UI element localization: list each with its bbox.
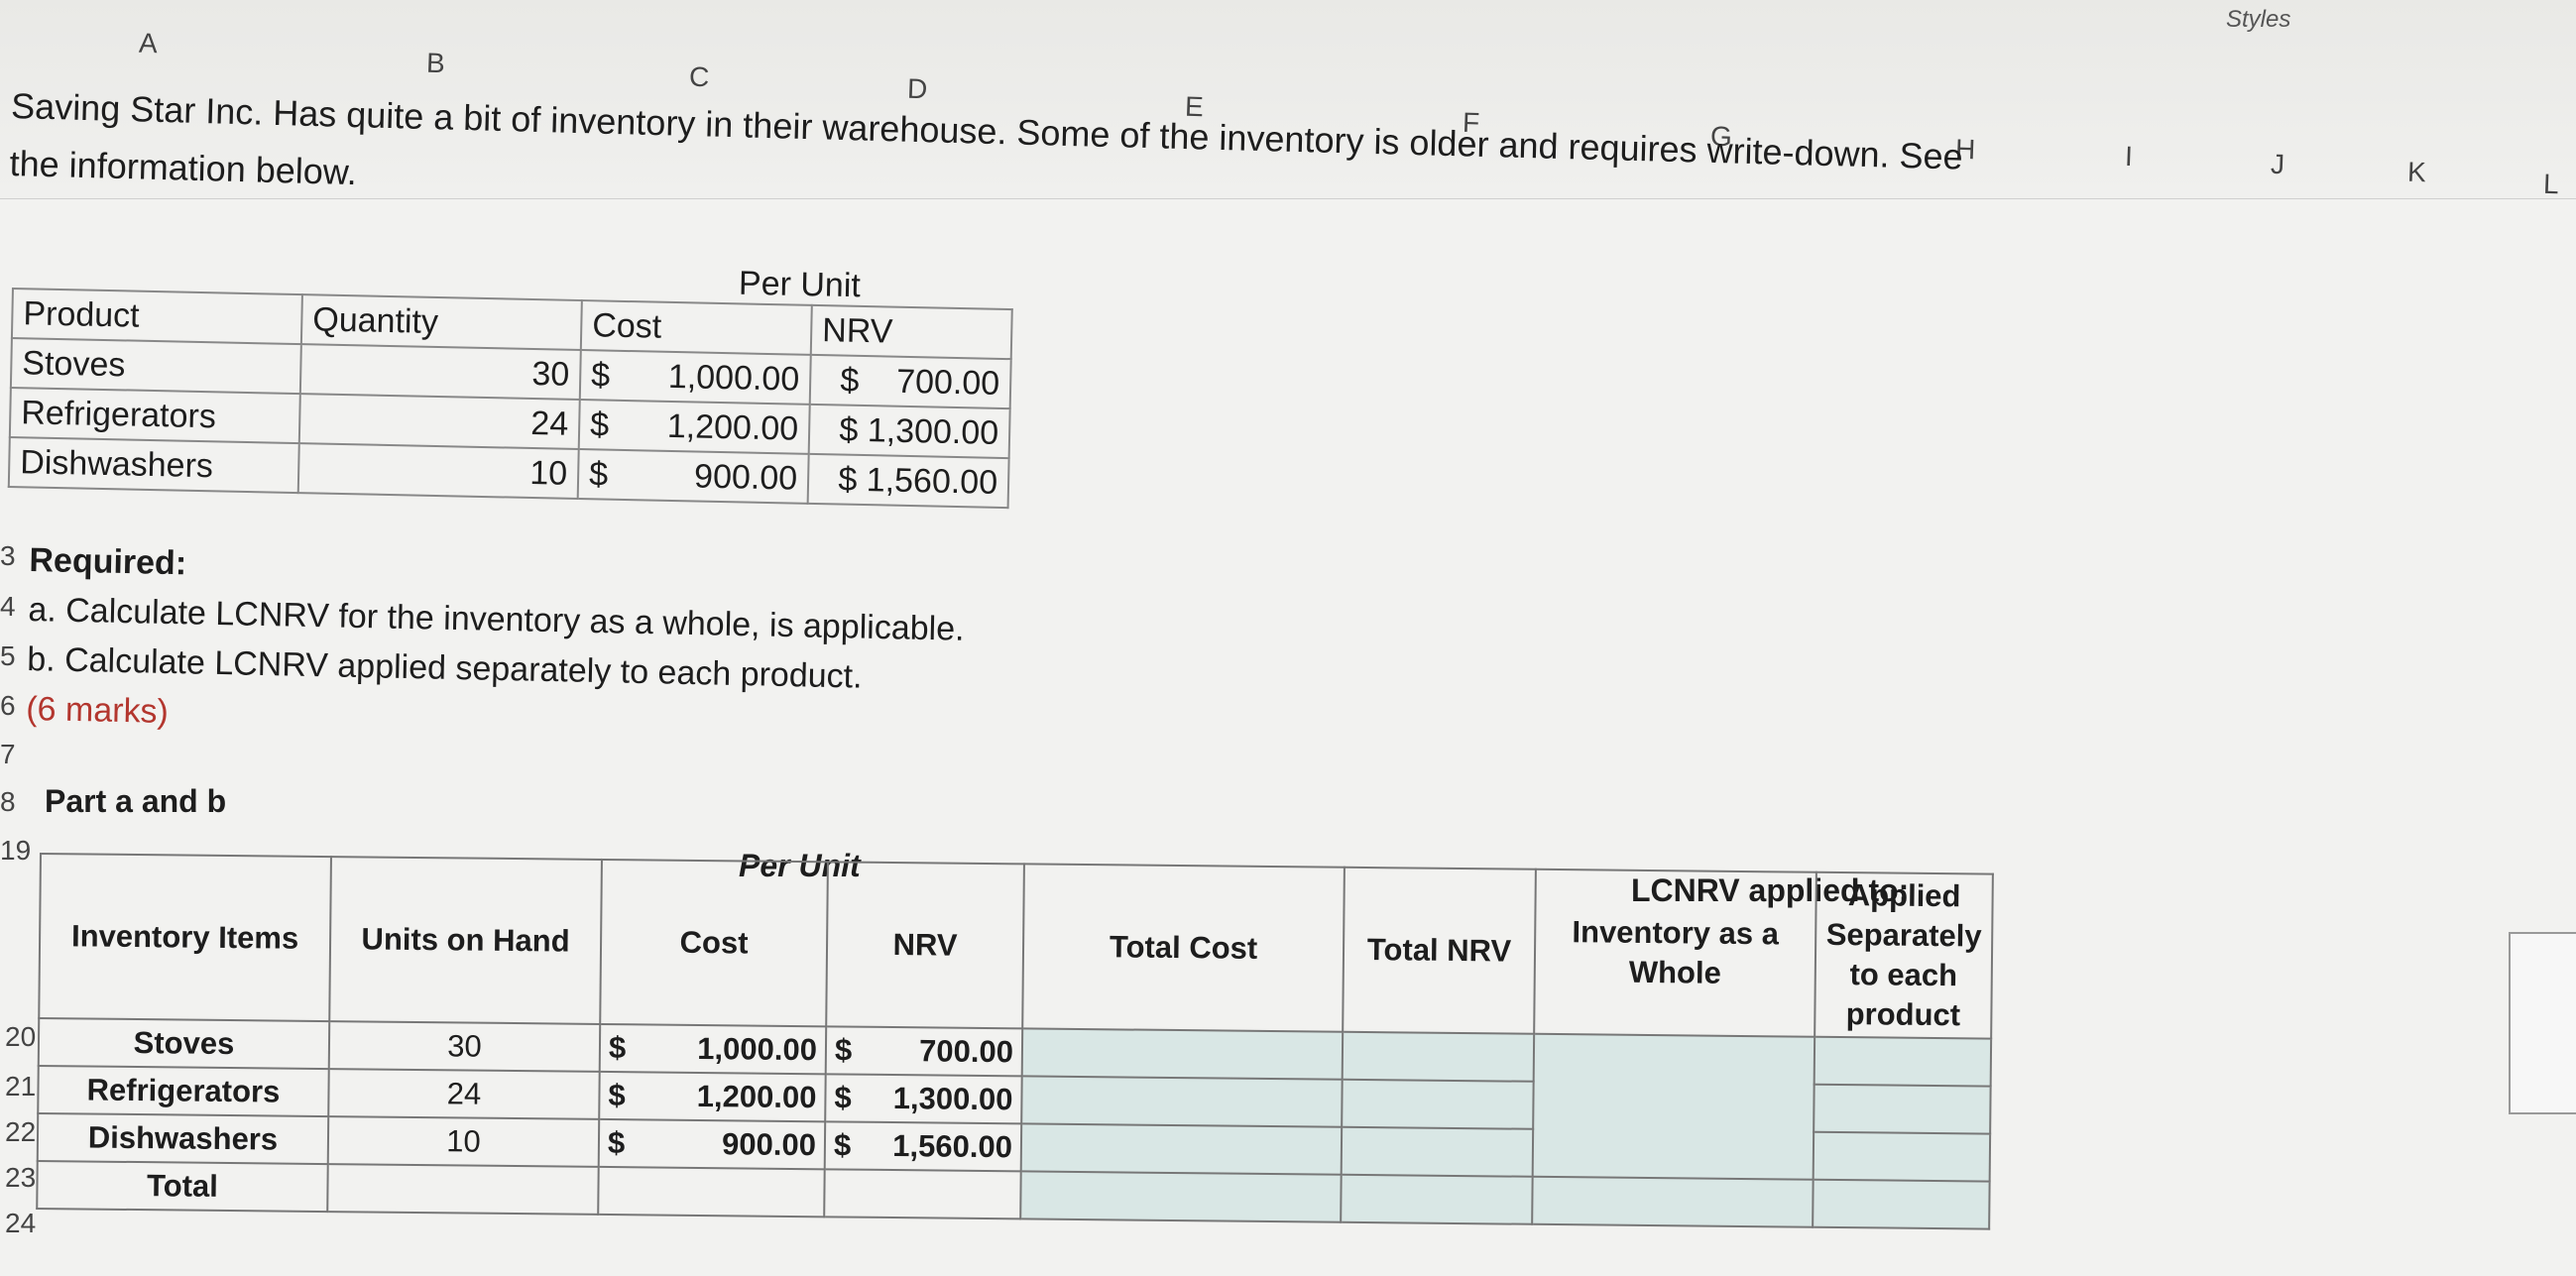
cell-cost[interactable]: $1,000.00 bbox=[579, 350, 811, 405]
column-header-c[interactable]: C bbox=[688, 61, 709, 94]
column-header-k[interactable]: K bbox=[2406, 157, 2426, 189]
cell-total-cost-input[interactable] bbox=[1021, 1028, 1344, 1080]
cell-units[interactable]: 30 bbox=[328, 1021, 601, 1072]
cell-total-nrv-sum-input[interactable] bbox=[1341, 1174, 1533, 1224]
cell-inventory-whole-header[interactable]: Inventory as a Whole bbox=[1534, 869, 1816, 1037]
cell-inventory-whole-total-input[interactable] bbox=[1532, 1176, 1814, 1227]
cell-total-cost-sum-input[interactable] bbox=[1020, 1171, 1342, 1222]
cell-applied-separately-input[interactable] bbox=[1814, 1036, 1992, 1087]
row-number[interactable]: 23 bbox=[5, 1162, 36, 1194]
cell-quantity[interactable]: 10 bbox=[297, 443, 579, 499]
cell-total-cost-header[interactable]: Total Cost bbox=[1022, 864, 1345, 1032]
cell-nrv[interactable]: $ 1,560.00 bbox=[807, 453, 1009, 509]
cell-nrv[interactable]: $700.00 bbox=[825, 1026, 1023, 1077]
cell-total-label[interactable]: Total bbox=[37, 1160, 328, 1213]
cell-total-cost-unit[interactable] bbox=[598, 1166, 825, 1218]
cell-units[interactable]: 24 bbox=[328, 1069, 600, 1119]
cell-applied-separately-header[interactable]: Applied Separately to each product bbox=[1815, 871, 1993, 1039]
per-unit-label: Per Unit bbox=[738, 264, 862, 305]
cell-nrv[interactable]: $1,300.00 bbox=[825, 1074, 1022, 1124]
part-label: Part a and b bbox=[45, 783, 227, 819]
cell-quantity[interactable]: 24 bbox=[298, 394, 580, 450]
row-number[interactable]: 7 bbox=[0, 739, 16, 770]
row-number[interactable]: 19 bbox=[0, 835, 31, 867]
row-number[interactable]: 5 bbox=[0, 640, 16, 672]
cell-applied-separately-total-input[interactable] bbox=[1813, 1179, 1990, 1229]
cell-nrv-header[interactable]: NRV bbox=[826, 862, 1024, 1029]
row-number[interactable]: 22 bbox=[5, 1116, 36, 1148]
styles-group-label[interactable]: Styles bbox=[2226, 6, 2290, 34]
row-number[interactable]: 24 bbox=[5, 1208, 36, 1239]
cell-product[interactable]: Refrigerators bbox=[9, 387, 300, 444]
cell-applied-separately-input[interactable] bbox=[1814, 1084, 1991, 1134]
cell-quantity-header[interactable]: Quantity bbox=[300, 294, 582, 351]
required-section: Required: a. Calculate LCNRV for the inv… bbox=[26, 535, 966, 754]
cell-nrv[interactable]: $ 1,300.00 bbox=[808, 404, 1010, 459]
row-number[interactable]: 3 bbox=[0, 540, 16, 572]
cell-total-nrv-unit[interactable] bbox=[824, 1169, 1021, 1219]
column-header-i[interactable]: I bbox=[2124, 141, 2133, 173]
cell-inventory-items-header[interactable]: Inventory Items bbox=[39, 854, 331, 1022]
lcnrv-table: Inventory Items Units on Hand Cost NRV T… bbox=[36, 853, 1994, 1230]
row-number[interactable]: 20 bbox=[5, 1021, 36, 1053]
cell-total-nrv-input[interactable] bbox=[1342, 1079, 1534, 1129]
cell-total-nrv-header[interactable]: Total NRV bbox=[1343, 867, 1536, 1034]
column-header-a[interactable]: A bbox=[138, 28, 158, 60]
cell-product[interactable]: Stoves bbox=[10, 338, 301, 395]
cell-product[interactable]: Dishwashers bbox=[8, 436, 299, 494]
cell-applied-separately-input[interactable] bbox=[1813, 1131, 1991, 1182]
product-table: Product Quantity Cost NRV Stoves 30 $1,0… bbox=[8, 288, 1013, 509]
cell-nrv[interactable]: $1,560.00 bbox=[824, 1121, 1022, 1172]
cell-total-nrv-input[interactable] bbox=[1341, 1126, 1534, 1177]
cell-product-header[interactable]: Product bbox=[11, 289, 302, 345]
cell-cost[interactable]: $1,200.00 bbox=[599, 1071, 826, 1122]
row-number[interactable]: 6 bbox=[0, 690, 16, 722]
cell-units[interactable]: 10 bbox=[327, 1116, 600, 1167]
cell-cost[interactable]: $1,200.00 bbox=[578, 400, 810, 454]
cell-item[interactable]: Stoves bbox=[38, 1018, 330, 1070]
row-number[interactable]: 21 bbox=[5, 1071, 36, 1102]
cell-total-nrv-input[interactable] bbox=[1342, 1031, 1535, 1082]
row-number[interactable]: 8 bbox=[0, 786, 16, 818]
cell-nrv-header[interactable]: NRV bbox=[810, 304, 1012, 360]
cell-total-units[interactable] bbox=[327, 1164, 599, 1215]
cell-quantity[interactable]: 30 bbox=[299, 344, 581, 401]
cell-units-header[interactable]: Units on Hand bbox=[329, 857, 602, 1024]
cell-cost-header[interactable]: Cost bbox=[600, 859, 828, 1027]
cell-total-cost-input[interactable] bbox=[1021, 1076, 1343, 1127]
cell-cost[interactable]: $900.00 bbox=[577, 449, 809, 504]
cell-nrv[interactable]: $ 700.00 bbox=[809, 354, 1011, 409]
cell-item[interactable]: Refrigerators bbox=[38, 1065, 329, 1117]
column-header-j[interactable]: J bbox=[2270, 149, 2284, 180]
cell-total-cost-input[interactable] bbox=[1020, 1123, 1343, 1175]
cell-cost[interactable]: $900.00 bbox=[598, 1118, 826, 1170]
column-header-b[interactable]: B bbox=[425, 48, 445, 80]
column-header-l[interactable]: L bbox=[2542, 169, 2559, 201]
row-number[interactable]: 4 bbox=[0, 591, 16, 623]
cell-cost[interactable]: $1,000.00 bbox=[599, 1023, 827, 1075]
cell-item[interactable]: Dishwashers bbox=[37, 1112, 329, 1165]
cell-cost-header[interactable]: Cost bbox=[580, 300, 812, 355]
side-pane-edge[interactable] bbox=[2509, 932, 2576, 1114]
cell-inventory-whole-input[interactable] bbox=[1532, 1033, 1815, 1180]
